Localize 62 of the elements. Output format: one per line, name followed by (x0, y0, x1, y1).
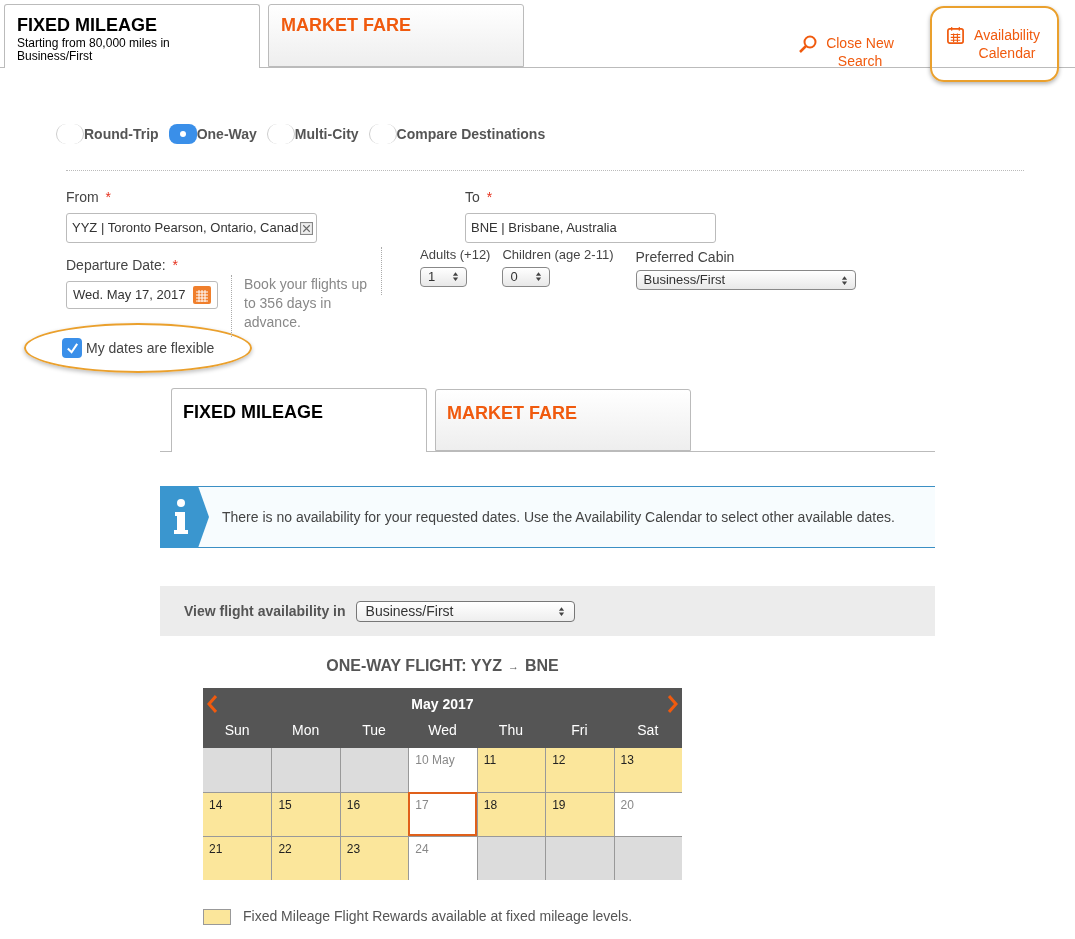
day-cell[interactable]: 13 (613, 748, 682, 792)
to-field[interactable]: BNE | Brisbane, Australia (465, 213, 716, 243)
weekday-label: Sat (636, 721, 660, 740)
tab-label: MARKET FARE (281, 15, 412, 35)
previous-month-icon[interactable] (207, 695, 217, 713)
day-cell[interactable]: 23 (339, 836, 409, 880)
adults-select[interactable]: 1 (420, 266, 467, 287)
from-label: From * (66, 188, 112, 207)
stepper-icon (452, 271, 459, 282)
from-field[interactable]: YYZ | Toronto Pearson, Ontario, Canad (66, 213, 317, 243)
children-select[interactable]: 0 (502, 266, 551, 287)
calendar-icon (946, 26, 965, 45)
to-label: To * (465, 188, 494, 207)
date-field[interactable]: Wed. May 17, 2017 (66, 281, 218, 309)
day-cell[interactable]: 11 (476, 748, 546, 792)
day-cell[interactable]: 22 (271, 836, 340, 880)
stepper-icon (840, 274, 848, 286)
weekday-label: Wed (427, 721, 458, 740)
day-cell[interactable]: 19 (545, 792, 614, 836)
radio-option[interactable]: Round-Trip (56, 123, 159, 145)
cabin-select[interactable]: Business/First (635, 270, 856, 290)
day-cell[interactable]: 14 (203, 792, 272, 836)
legend-text: Fixed Mileage Flight Rewards available at fixed mileage levels. (243, 907, 633, 926)
stepper-icon (557, 605, 565, 617)
clear-icon[interactable] (300, 221, 314, 235)
calendar-icon[interactable] (193, 286, 211, 304)
tab-subtitle: Starting from 80,000 miles in Business/First (17, 37, 171, 63)
day-cell[interactable]: 12 (545, 748, 614, 792)
tab-label: FIXED MILEAGE (17, 15, 158, 35)
search-icon (798, 34, 818, 54)
booking-note: Book your flights up to 356 days in advance. (231, 275, 381, 337)
weekday-label: Fri (570, 721, 589, 740)
day-cell[interactable]: 17 (408, 792, 477, 836)
next-month-icon[interactable] (668, 695, 678, 713)
day-cell[interactable]: 16 (339, 792, 409, 836)
weekday-label: Tue (361, 721, 387, 740)
departure-label: Departure Date: * (66, 256, 179, 275)
cabin-label: Preferred Cabin (635, 248, 736, 267)
info-message: There is no availability for your requested dates. Use the Availability Calendar to select other available dates. (222, 507, 895, 527)
radio-option[interactable]: One-Way (168, 123, 257, 145)
weekday-label: Thu (497, 721, 524, 740)
fare-tab[interactable]: FIXED MILEAGE (171, 388, 427, 452)
radio-option[interactable]: Multi-City (266, 123, 359, 145)
radio-option[interactable]: Compare Destinations (368, 123, 546, 145)
weekday-label: Sun (223, 721, 251, 740)
header-link[interactable]: Close New Search (784, 16, 910, 88)
cabin-select[interactable]: Business/First (355, 600, 575, 622)
check-icon (64, 340, 80, 356)
month-title: May 2017 (411, 694, 474, 714)
stepper-icon (535, 271, 543, 282)
day-cell[interactable]: 15 (271, 792, 340, 836)
fare-tab[interactable]: FIXED MILEAGE Starting from 80,000 miles in Business/First (4, 4, 260, 68)
children-label: Children (age 2-11) (502, 246, 614, 264)
flight-title: ONE-WAY FLIGHT: YYZ → BNE (325, 656, 560, 676)
filter-label: View flight availability in (184, 601, 346, 621)
day-cell[interactable]: 18 (476, 792, 546, 836)
adults-label: Adults (+12) (420, 246, 491, 264)
legend-swatch (203, 908, 231, 925)
day-cell[interactable]: 24 (408, 836, 477, 880)
weekday-label: Mon (291, 721, 321, 740)
day-cell[interactable]: 20 (613, 792, 682, 836)
day-cell[interactable]: 21 (203, 836, 272, 880)
